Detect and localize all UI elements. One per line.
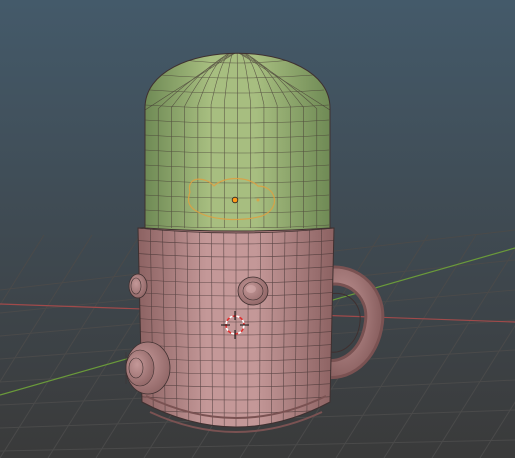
lower-knob[interactable]	[125, 341, 171, 395]
3d-viewport[interactable]	[0, 0, 515, 458]
left-knob[interactable]	[128, 273, 148, 299]
viewport-scene[interactable]	[0, 0, 515, 458]
object-origin-icon	[231, 196, 239, 204]
selection-eye-dot	[256, 198, 260, 202]
front-knob[interactable]	[237, 276, 269, 306]
